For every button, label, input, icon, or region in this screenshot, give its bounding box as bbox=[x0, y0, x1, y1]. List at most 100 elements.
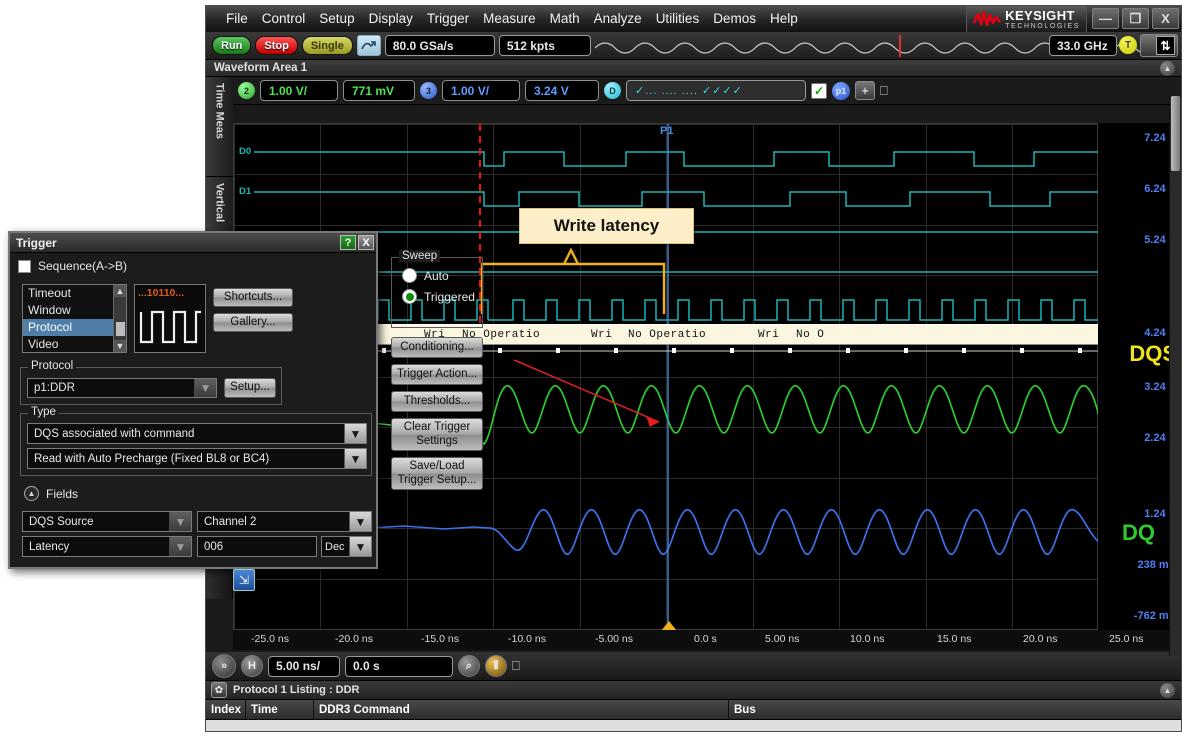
type-select-secondary[interactable]: Read with Auto Precharge (Fixed BL8 or B… bbox=[27, 448, 367, 469]
trigger-dialog-titlebar[interactable]: Trigger ? X bbox=[10, 233, 376, 253]
type-select-primary[interactable]: DQS associated with command ▼ bbox=[27, 423, 367, 444]
latency-radix-select[interactable]: Dec ▼ bbox=[321, 536, 372, 557]
chevron-down-icon[interactable]: ▼ bbox=[344, 424, 366, 443]
chevron-up-icon[interactable]: ▲ bbox=[24, 486, 39, 501]
bandwidth-field[interactable]: 33.0 GHz bbox=[1049, 35, 1117, 56]
menu-item-demos[interactable]: Demos bbox=[706, 6, 763, 32]
add-channel-button[interactable]: + bbox=[855, 81, 875, 100]
menu-item-analyze[interactable]: Analyze bbox=[587, 6, 649, 32]
horizontal-position-field[interactable]: 0.0 s bbox=[345, 655, 453, 677]
trigger-type-video[interactable]: Video bbox=[23, 336, 126, 352]
clear-trigger-settings-button[interactable]: Clear Trigger Settings bbox=[391, 418, 483, 451]
chevron-down-icon[interactable]: ▼ bbox=[349, 512, 371, 531]
save-load-trigger-setup-button[interactable]: Save/Load Trigger Setup... bbox=[391, 457, 483, 490]
menu-item-trigger[interactable]: Trigger bbox=[420, 6, 476, 32]
scrollbar-thumb[interactable] bbox=[1171, 96, 1180, 171]
memory-depth-field[interactable]: 512 kpts bbox=[498, 35, 591, 56]
protocol-p1-badge[interactable]: p1 bbox=[832, 81, 850, 100]
channel-2-indicator[interactable]: 2 bbox=[238, 82, 255, 99]
sweep-triggered-option[interactable]: Triggered bbox=[392, 283, 482, 304]
trigger-type-window[interactable]: Window bbox=[23, 302, 126, 319]
sample-rate-field[interactable]: 80.0 GSa/s bbox=[384, 35, 495, 56]
gear-icon[interactable]: ✿ bbox=[211, 682, 227, 698]
protocol-listing-body[interactable] bbox=[206, 720, 1181, 731]
help-button[interactable]: ? bbox=[340, 235, 356, 250]
sequence-checkbox[interactable] bbox=[18, 259, 31, 273]
radio-triggered-icon[interactable] bbox=[402, 289, 417, 304]
bus-decode-segment[interactable]: No Operatio bbox=[628, 329, 706, 341]
digital-channels-indicator[interactable]: D bbox=[604, 82, 621, 99]
vertical-scrollbar[interactable] bbox=[1169, 96, 1181, 656]
channel-3-offset-field[interactable]: 3.24 V bbox=[525, 80, 599, 101]
field-value-dqs-source[interactable]: Channel 2 ▼ bbox=[197, 511, 372, 532]
column-header-index[interactable]: Index bbox=[206, 699, 246, 720]
fields-section-header[interactable]: ▲ Fields bbox=[24, 486, 78, 501]
bus-decode-segment[interactable]: Wri bbox=[758, 329, 779, 341]
restore-button[interactable]: ❐ bbox=[1122, 8, 1149, 29]
minimize-button[interactable]: — bbox=[1092, 8, 1119, 29]
radio-auto-icon[interactable] bbox=[402, 268, 417, 283]
trigger-type-timeout[interactable]: Timeout bbox=[23, 285, 126, 302]
bus-decode-segment[interactable]: No O bbox=[796, 329, 824, 341]
protocol-select[interactable]: p1:DDR ▼ bbox=[27, 378, 217, 398]
close-icon[interactable]: X bbox=[358, 235, 374, 250]
shortcuts-button[interactable]: Shortcuts... bbox=[213, 288, 293, 307]
autoscale-icon[interactable] bbox=[356, 35, 381, 56]
pin-icon[interactable]: ⎕ bbox=[880, 83, 888, 99]
run-button[interactable]: Run bbox=[212, 36, 252, 55]
close-button[interactable]: X bbox=[1152, 8, 1179, 29]
trigger-type-scrollbar[interactable]: ▲ ▼ bbox=[113, 285, 126, 352]
chevron-down-icon[interactable]: ▼ bbox=[169, 512, 191, 531]
chevron-down-icon[interactable]: ▼ bbox=[349, 537, 371, 556]
bus-decode-segment[interactable]: Wri bbox=[591, 329, 612, 341]
trigger-type-list[interactable]: Timeout Window Protocol Video ▲ ▼ bbox=[22, 284, 127, 353]
trigger-mode-icon[interactable]: ⇅ bbox=[1140, 34, 1178, 57]
trigger-type-protocol[interactable]: Protocol bbox=[23, 319, 126, 336]
chevron-down-icon[interactable]: ▼ bbox=[344, 449, 366, 468]
trigger-status-indicator[interactable]: T bbox=[1119, 36, 1137, 54]
trigger-action-button[interactable]: Trigger Action... bbox=[391, 364, 483, 385]
field-name-latency[interactable]: Latency ▼ bbox=[22, 536, 192, 557]
chevron-down-icon[interactable]: ▼ bbox=[169, 537, 191, 556]
chevron-down-icon[interactable]: ▼ bbox=[194, 379, 216, 397]
stop-button[interactable]: Stop bbox=[255, 36, 298, 55]
menu-item-control[interactable]: Control bbox=[255, 6, 313, 32]
scroll-up-icon[interactable]: ▲ bbox=[114, 285, 126, 297]
single-button[interactable]: Single bbox=[301, 36, 353, 55]
digital-channels-field[interactable]: ✓... .... .... ✓✓✓✓ bbox=[626, 80, 806, 101]
field-name-dqs-source[interactable]: DQS Source ▼ bbox=[22, 511, 192, 532]
pin-icon[interactable]: ⎕ bbox=[512, 658, 520, 674]
menu-item-file[interactable]: File bbox=[219, 6, 255, 32]
chevron-up-icon[interactable]: ▲ bbox=[1160, 61, 1175, 76]
clear-trigger-line2: Settings bbox=[416, 434, 458, 447]
magnifier-icon[interactable]: ⌕ bbox=[458, 655, 480, 677]
menu-item-setup[interactable]: Setup bbox=[312, 6, 361, 32]
conditioning-button[interactable]: Conditioning... bbox=[391, 337, 483, 358]
field-value-latency[interactable]: 006 bbox=[197, 536, 317, 557]
menu-item-utilities[interactable]: Utilities bbox=[649, 6, 707, 32]
menu-item-help[interactable]: Help bbox=[763, 6, 805, 32]
channel-3-indicator[interactable]: 3 bbox=[420, 82, 437, 99]
protocol-enable-checkbox[interactable]: ✓ bbox=[811, 82, 827, 99]
scroll-down-icon[interactable]: ▼ bbox=[114, 340, 126, 352]
menu-item-display[interactable]: Display bbox=[362, 6, 420, 32]
column-header-command[interactable]: DDR3 Command bbox=[314, 699, 729, 720]
scrollbar-thumb[interactable] bbox=[116, 322, 125, 336]
column-header-bus[interactable]: Bus bbox=[729, 700, 1181, 720]
menu-item-math[interactable]: Math bbox=[543, 6, 587, 32]
channel-2-scale-field[interactable]: 1.00 V/ bbox=[260, 80, 338, 101]
horizontal-h-icon[interactable]: H bbox=[241, 655, 263, 677]
segmented-memory-icon[interactable]: ⦀ bbox=[485, 655, 507, 677]
menu-item-measure[interactable]: Measure bbox=[476, 6, 543, 32]
channel-3-scale-field[interactable]: 1.00 V/ bbox=[442, 80, 520, 101]
gallery-button[interactable]: Gallery... bbox=[213, 313, 293, 332]
expand-chevron-icon[interactable]: » bbox=[212, 654, 236, 678]
column-header-time[interactable]: Time bbox=[246, 699, 314, 720]
channel-2-offset-field[interactable]: 771 mV bbox=[343, 80, 415, 101]
tab-time-meas[interactable]: Time Meas bbox=[206, 77, 233, 177]
horizontal-scale-field[interactable]: 5.00 ns/ bbox=[268, 655, 340, 677]
protocol-setup-button[interactable]: Setup... bbox=[224, 378, 276, 398]
thresholds-button[interactable]: Thresholds... bbox=[391, 391, 483, 412]
chevron-icon[interactable]: ▲ bbox=[1160, 683, 1175, 698]
waveform-marker-icon[interactable]: ⇲ bbox=[233, 569, 255, 591]
